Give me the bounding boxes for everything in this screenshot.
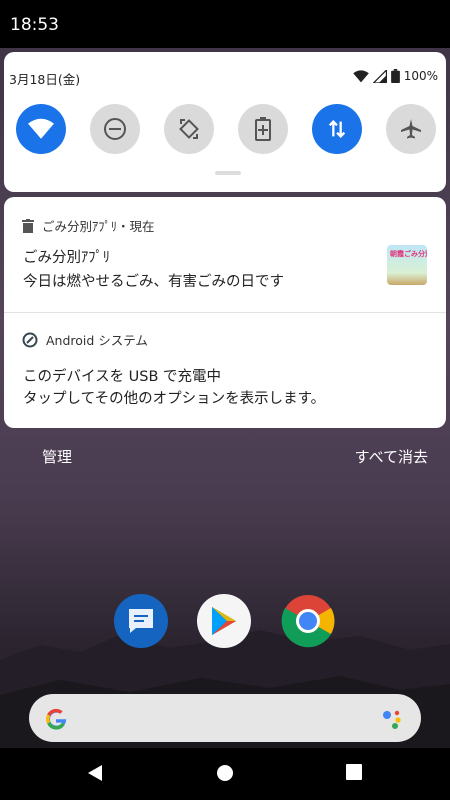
play-triangle-icon [212,607,236,635]
quick-settings-panel: 3月18日(金) 100% [4,52,446,192]
qs-tiles [16,104,440,156]
manage-button[interactable]: 管理 [42,446,72,467]
notification-divider [4,312,446,313]
notification-title: このデバイスを USB で充電中 [23,369,222,385]
tile-airplane-mode[interactable] [386,104,436,154]
notification-group: ごみ分別ｱﾌﾟﾘ・現在 ごみ分別ｱﾌﾟﾘ 今日は燃やせるごみ、有害ごみの日です … [4,197,446,428]
notification-text: 今日は燃やせるごみ、有害ごみの日です [23,274,284,290]
mobile-data-icon [328,120,346,138]
battery-percent: 100% [403,69,438,83]
chrome-app-icon[interactable] [281,594,335,648]
google-search-bar[interactable] [29,694,421,742]
tile-mobile-data[interactable] [312,104,362,154]
thumbnail-label: 朝霞ごみ分別 [390,250,427,258]
android-system-icon [22,332,38,347]
home-icon[interactable] [216,764,234,782]
qs-expand-handle[interactable] [215,171,241,175]
messages-app-icon[interactable] [114,594,168,648]
recents-icon[interactable] [346,764,362,780]
tile-wifi[interactable] [16,104,66,154]
notification-header: Android システム [22,330,148,349]
app-thumbnail: 朝霞ごみ分別 [387,245,427,285]
auto-rotate-icon [179,119,199,139]
navigation-bar [0,748,450,800]
battery-icon [390,69,400,83]
do-not-disturb-icon [104,118,126,140]
tile-battery-saver[interactable] [238,104,288,154]
trash-icon [22,218,34,233]
battery-saver-icon [255,117,271,141]
tile-do-not-disturb[interactable] [90,104,140,154]
notification-text: タップしてその他のオプションを表示します。 [23,391,326,407]
back-icon[interactable] [86,764,104,782]
message-bubble-icon [129,609,153,633]
google-assistant-icon[interactable] [381,708,403,730]
notification-header: ごみ分別ｱﾌﾟﾘ・現在 [22,216,155,235]
wifi-signal-icon [352,69,369,82]
play-store-app-icon[interactable] [197,594,251,648]
clear-all-button[interactable]: すべて消去 [355,446,428,467]
notification-app-name: ごみ分別ｱﾌﾟﾘ・現在 [42,219,155,234]
tile-auto-rotate[interactable] [164,104,214,154]
cell-signal-icon [372,69,387,83]
qs-status-icons: 100% [352,69,438,83]
status-time: 18:53 [10,15,59,35]
wifi-icon [28,118,54,139]
google-logo-icon [45,708,67,730]
qs-date[interactable]: 3月18日(金) [9,69,80,88]
status-bar: 18:53 [0,0,450,48]
airplane-icon [401,119,421,139]
notification-app-name: Android システム [46,333,148,348]
notification-title: ごみ分別ｱﾌﾟﾘ [23,250,110,266]
